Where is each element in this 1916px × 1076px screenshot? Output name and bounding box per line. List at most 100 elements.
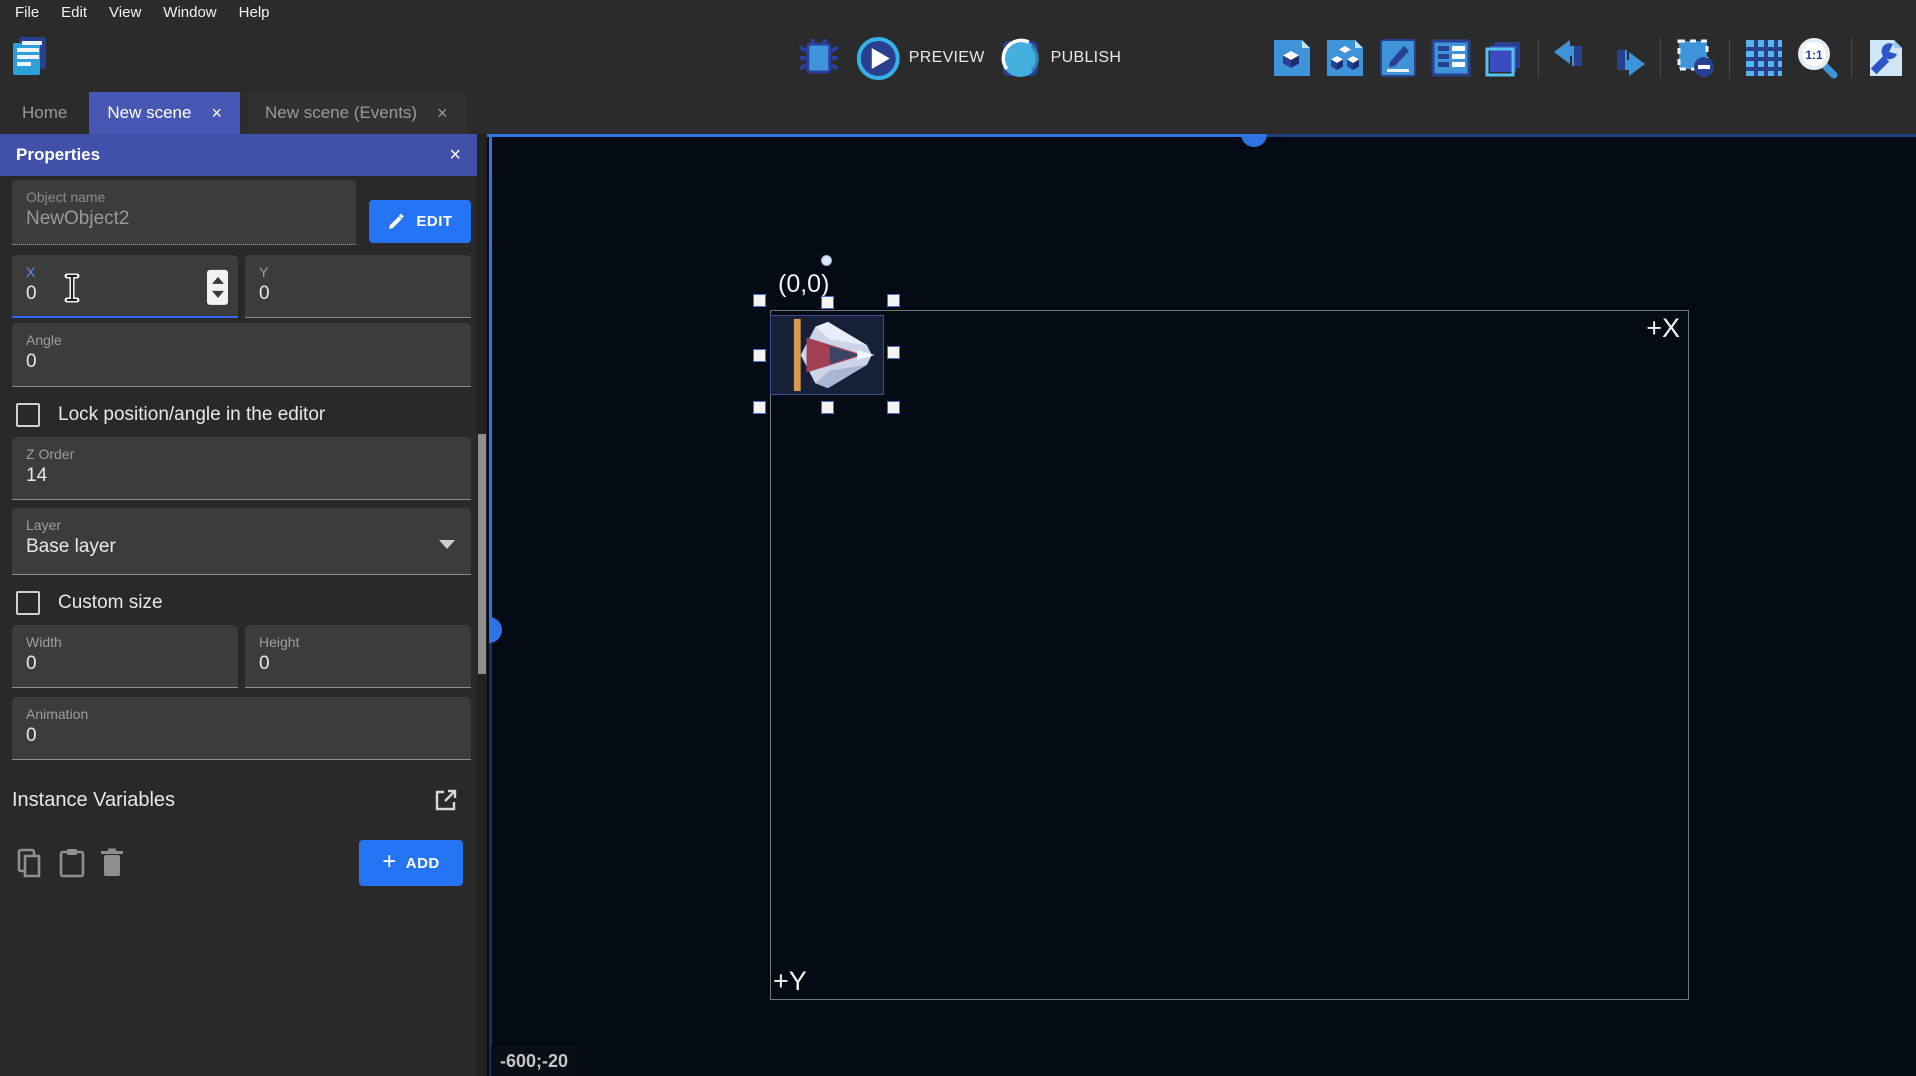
close-icon[interactable]: × xyxy=(211,104,222,122)
field-value: 14 xyxy=(26,465,457,487)
pencil-icon xyxy=(387,212,406,231)
selection-handle[interactable] xyxy=(887,294,900,307)
scene-editor-canvas[interactable]: +X +Y (0,0) -600;-20 xyxy=(487,134,1916,1076)
spaceship-image xyxy=(771,316,883,394)
object-name-field: Object name NewObject2 xyxy=(12,180,356,245)
layers-icon[interactable] xyxy=(1480,34,1528,82)
tab-new-scene-events[interactable]: New scene (Events) × xyxy=(247,92,466,134)
add-variable-button[interactable]: + ADD xyxy=(359,840,463,886)
x-position-field[interactable]: X 0 xyxy=(12,255,238,318)
undo-icon[interactable] xyxy=(1549,34,1597,82)
deselect-icon[interactable] xyxy=(1671,34,1719,82)
tab-new-scene[interactable]: New scene × xyxy=(89,92,240,134)
field-value: 0 xyxy=(259,653,457,675)
width-field[interactable]: Width 0 xyxy=(12,625,238,688)
scrollbar-thumb[interactable] xyxy=(478,434,486,674)
menu-view[interactable]: View xyxy=(98,2,152,23)
toolbar-separator xyxy=(1729,38,1730,78)
field-label: Animation xyxy=(26,706,457,722)
selection-handle[interactable] xyxy=(821,401,834,414)
field-label: Height xyxy=(259,634,457,650)
project-settings-icon[interactable] xyxy=(1862,34,1910,82)
close-icon[interactable]: × xyxy=(437,104,448,122)
number-stepper[interactable] xyxy=(207,269,228,304)
menu-file[interactable]: File xyxy=(4,2,50,23)
menu-edit[interactable]: Edit xyxy=(50,2,98,23)
lock-position-checkbox-row[interactable]: Lock position/angle in the editor xyxy=(14,399,471,431)
field-value: 0 xyxy=(259,283,457,305)
selection-handle[interactable] xyxy=(887,346,900,359)
field-label: Z Order xyxy=(26,446,457,462)
debugger-icon[interactable] xyxy=(795,34,843,82)
canvas-vscrollbar-thumb[interactable] xyxy=(489,617,502,643)
grid-icon[interactable] xyxy=(1740,34,1788,82)
zoom-actual-size-icon[interactable]: 1:1 xyxy=(1793,34,1841,82)
checkbox-unchecked-icon[interactable] xyxy=(16,403,40,427)
preview-button[interactable]: PREVIEW xyxy=(857,37,985,80)
field-label: Width xyxy=(26,634,224,650)
chevron-down-icon[interactable] xyxy=(439,540,455,549)
field-value: 0 xyxy=(26,725,457,747)
tab-label: New scene (Events) xyxy=(265,103,417,123)
checkbox-label: Custom size xyxy=(58,592,163,614)
redo-icon[interactable] xyxy=(1602,34,1650,82)
menu-window[interactable]: Window xyxy=(152,2,227,23)
open-in-new-icon[interactable] xyxy=(433,787,459,813)
tab-home[interactable]: Home xyxy=(0,92,89,134)
rotation-handle[interactable] xyxy=(821,255,832,266)
field-value: 0 xyxy=(26,653,224,675)
preview-label: PREVIEW xyxy=(909,49,985,67)
selection-handle[interactable] xyxy=(887,401,900,414)
publish-sphere-icon xyxy=(999,37,1042,80)
close-icon[interactable]: × xyxy=(449,144,461,167)
panel-title: Properties xyxy=(16,145,100,165)
canvas-hscrollbar[interactable] xyxy=(487,134,1259,137)
custom-size-checkbox-row[interactable]: Custom size xyxy=(14,587,471,619)
y-position-field[interactable]: Y 0 xyxy=(245,255,471,318)
animation-field[interactable]: Animation 0 xyxy=(12,697,471,760)
selection-handle[interactable] xyxy=(753,401,766,414)
field-value: 0 xyxy=(26,283,224,305)
selection-handle[interactable] xyxy=(753,349,766,362)
publish-button[interactable]: PUBLISH xyxy=(999,37,1122,80)
height-field[interactable]: Height 0 xyxy=(245,625,471,688)
field-label: Object name xyxy=(26,189,342,205)
angle-field[interactable]: Angle 0 xyxy=(12,323,471,387)
cursor-coordinates-status: -600;-20 xyxy=(491,1046,577,1076)
instances-list-icon[interactable] xyxy=(1427,34,1475,82)
field-value: 0 xyxy=(26,351,457,373)
stepper-up-icon[interactable] xyxy=(212,276,224,283)
publish-label: PUBLISH xyxy=(1051,49,1122,67)
properties-scrollbar[interactable] xyxy=(477,134,487,1076)
object-groups-icon[interactable] xyxy=(1321,34,1369,82)
delete-icon[interactable] xyxy=(100,848,124,878)
selected-spaceship-sprite[interactable] xyxy=(770,315,884,395)
tab-label: New scene xyxy=(107,103,191,123)
selection-handle[interactable] xyxy=(821,296,834,309)
axis-y-label: +Y xyxy=(773,966,807,997)
field-value: Base layer xyxy=(26,536,457,558)
instance-variables-title: Instance Variables xyxy=(12,789,175,812)
checkbox-unchecked-icon[interactable] xyxy=(16,591,40,615)
canvas-hscrollbar-track[interactable] xyxy=(1259,134,1916,137)
add-button-label: ADD xyxy=(406,855,440,872)
objects-panel-icon[interactable] xyxy=(1268,34,1316,82)
canvas-hscrollbar-thumb[interactable] xyxy=(1241,134,1267,147)
selection-handle[interactable] xyxy=(753,294,766,307)
svg-text:1:1: 1:1 xyxy=(1805,48,1823,62)
checkbox-label: Lock position/angle in the editor xyxy=(58,404,325,426)
toolbar-separator xyxy=(1538,38,1539,78)
canvas-vscrollbar-track[interactable] xyxy=(489,634,492,1076)
menu-help[interactable]: Help xyxy=(228,2,281,23)
properties-panel-icon[interactable] xyxy=(1374,34,1422,82)
z-order-field[interactable]: Z Order 14 xyxy=(12,437,471,500)
paste-icon[interactable] xyxy=(59,848,85,878)
canvas-vscrollbar[interactable] xyxy=(489,134,492,634)
preview-play-icon xyxy=(857,37,900,80)
main-toolbar: PREVIEW PUBLISH xyxy=(0,24,1916,92)
stepper-down-icon[interactable] xyxy=(212,290,224,297)
copy-icon[interactable] xyxy=(16,848,44,878)
layer-select[interactable]: Layer Base layer xyxy=(12,508,471,575)
toolbar-separator xyxy=(1660,38,1661,78)
edit-object-button[interactable]: EDIT xyxy=(369,200,471,243)
